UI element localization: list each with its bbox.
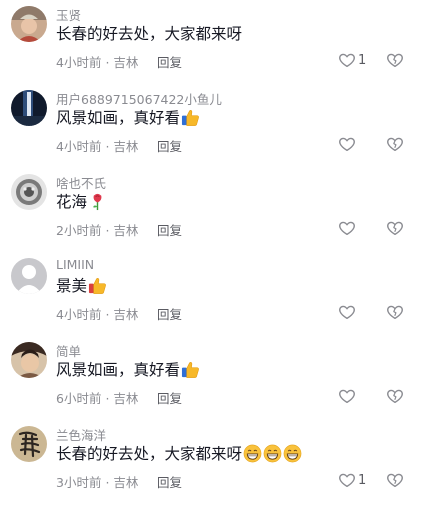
comment-item: 用户6889715067422小鱼儿 风景如画，真好看 4小时前 · 吉林 回复	[0, 86, 428, 170]
comment-time: 2小时前	[56, 223, 102, 238]
comment-item: 啥也不氏 花海 2小时前 · 吉林 回复	[0, 170, 428, 254]
meta-separator: ·	[105, 307, 110, 322]
comment-text-content: 景美	[56, 277, 88, 295]
comment-item: 玉贤 长春的好去处，大家都来呀 4小时前 · 吉林 回复 1	[0, 2, 428, 86]
meta-separator: ·	[105, 391, 110, 406]
reply-button[interactable]: 回复	[157, 388, 182, 407]
dislike-button[interactable]	[386, 303, 404, 325]
broken-heart-icon	[387, 137, 403, 152]
thumbs-up-icon	[181, 109, 199, 126]
comment-meta: 3小时前 · 吉林	[56, 472, 138, 491]
like-count: 1	[358, 52, 367, 68]
comment-list: 玉贤 长春的好去处，大家都来呀 4小时前 · 吉林 回复 1 用户6889715…	[0, 0, 428, 500]
broken-heart-icon	[387, 221, 403, 236]
like-button[interactable]	[338, 387, 358, 405]
comment-location: 吉林	[113, 475, 139, 490]
reply-button[interactable]: 回复	[157, 220, 182, 239]
comment-text-content: 风景如画，真好看	[56, 109, 181, 127]
dislike-button[interactable]	[386, 51, 404, 73]
reply-button[interactable]: 回复	[157, 472, 182, 491]
grinning-face-icon	[243, 444, 262, 462]
like-button[interactable]: 1	[338, 51, 366, 69]
comment-meta: 2小时前 · 吉林	[56, 220, 138, 239]
meta-separator: ·	[105, 223, 110, 238]
dislike-button[interactable]	[386, 135, 404, 157]
broken-heart-icon	[387, 305, 403, 320]
heart-icon	[339, 389, 355, 404]
like-button[interactable]: 1	[338, 471, 366, 489]
comment-item: 兰色海洋 长春的好去处，大家都来呀 3小时前 · 吉林 回复 1	[0, 422, 428, 506]
comment-meta: 4小时前 · 吉林	[56, 52, 138, 71]
like-button[interactable]	[338, 219, 358, 237]
avatar[interactable]	[11, 342, 47, 378]
comment-location: 吉林	[113, 139, 139, 154]
reply-button[interactable]: 回复	[157, 52, 182, 71]
avatar[interactable]	[11, 6, 47, 42]
avatar[interactable]	[11, 426, 47, 462]
comment-meta: 6小时前 · 吉林	[56, 388, 138, 407]
comment-time: 3小时前	[56, 475, 102, 490]
meta-separator: ·	[105, 475, 110, 490]
comment-text: 长春的好去处，大家都来呀	[56, 442, 302, 464]
meta-separator: ·	[105, 55, 110, 70]
comment-username[interactable]: LIMIIN	[56, 257, 94, 272]
comment-item: 简单 风景如画，真好看 6小时前 · 吉林 回复	[0, 338, 428, 422]
like-count: 1	[358, 472, 367, 488]
broken-heart-icon	[387, 53, 403, 68]
dislike-button[interactable]	[386, 219, 404, 241]
reply-button[interactable]: 回复	[157, 304, 182, 323]
avatar[interactable]	[11, 174, 47, 210]
avatar[interactable]	[11, 258, 47, 294]
comment-text: 风景如画，真好看	[56, 358, 200, 380]
heart-icon	[339, 473, 355, 488]
comment-time: 6小时前	[56, 391, 102, 406]
heart-icon	[339, 305, 355, 320]
dislike-button[interactable]	[386, 387, 404, 409]
thumbs-up-icon	[88, 277, 106, 294]
broken-heart-icon	[387, 473, 403, 488]
comment-text: 风景如画，真好看	[56, 106, 200, 128]
comment-location: 吉林	[113, 55, 139, 70]
comment-text: 长春的好去处，大家都来呀	[56, 22, 242, 44]
broken-heart-icon	[387, 389, 403, 404]
comment-location: 吉林	[113, 223, 139, 238]
dislike-button[interactable]	[386, 471, 404, 493]
comment-meta: 4小时前 · 吉林	[56, 136, 138, 155]
avatar[interactable]	[11, 90, 47, 126]
comment-location: 吉林	[113, 391, 139, 406]
reply-button[interactable]: 回复	[157, 136, 182, 155]
comment-time: 4小时前	[56, 139, 102, 154]
comment-time: 4小时前	[56, 55, 102, 70]
heart-icon	[339, 53, 355, 68]
grinning-face-icon	[263, 444, 282, 462]
comment-text-content: 长春的好去处，大家都来呀	[56, 25, 243, 43]
comment-text: 景美	[56, 274, 107, 296]
comment-text-content: 风景如画，真好看	[56, 361, 181, 379]
meta-separator: ·	[105, 139, 110, 154]
comment-meta: 4小时前 · 吉林	[56, 304, 138, 323]
comment-time: 4小时前	[56, 307, 102, 322]
comment-text-content: 花海	[56, 193, 88, 211]
comment-text: 花海	[56, 190, 107, 212]
heart-icon	[339, 137, 355, 152]
like-button[interactable]	[338, 135, 358, 153]
heart-icon	[339, 221, 355, 236]
thumbs-up-icon	[181, 361, 199, 378]
comment-text-content: 长春的好去处，大家都来呀	[56, 445, 243, 463]
comment-item: LIMIIN 景美 4小时前 · 吉林 回复	[0, 254, 428, 338]
grinning-face-icon	[283, 444, 302, 462]
rose-icon	[93, 193, 102, 210]
like-button[interactable]	[338, 303, 358, 321]
comment-location: 吉林	[113, 307, 139, 322]
